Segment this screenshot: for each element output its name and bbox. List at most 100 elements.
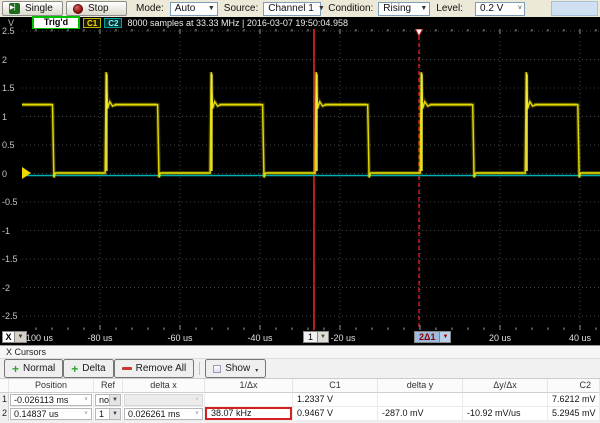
table-cell-position: 0.14837 us ˅: [9, 407, 94, 421]
table-cell-c1: 1.2337 V: [293, 393, 378, 407]
cursor1-label: 1: [303, 331, 318, 343]
condition-select[interactable]: Rising ▼: [378, 2, 430, 16]
chevron-down-icon: ˅: [192, 394, 202, 407]
y-axis-label: -1.5: [2, 255, 18, 264]
chevron-down-icon: ▾: [255, 367, 258, 374]
level-value: 0.2 V: [480, 3, 503, 14]
table-cell-position: -0.026113 ms ˅: [9, 393, 94, 407]
column-header-delta-x: delta x: [123, 379, 205, 393]
trigger-status-badge: Trig'd: [32, 16, 80, 30]
chevron-down-icon: ˅: [518, 5, 522, 12]
table-cell-ref: 1 ▼: [94, 407, 123, 421]
channel1-badge[interactable]: C1: [83, 18, 101, 28]
cursor2-selector[interactable]: 2Δ1 ▼: [414, 331, 451, 343]
y-axis-label: 0: [2, 170, 7, 179]
chevron-down-icon: ▼: [440, 331, 451, 343]
table-cell-c1: 0.9467 V: [293, 407, 378, 421]
column-header-inv-dx: 1/Δx: [205, 379, 293, 393]
mode-label: Mode:: [136, 3, 164, 14]
chevron-down-icon: ▼: [109, 395, 120, 405]
single-button-label: Single: [25, 3, 53, 14]
picoscope-window: ▶▏ Single Stop Mode: Auto ▼ Source: Chan…: [0, 0, 600, 423]
scope-plot[interactable]: 2.521.510.50-0.5-1-1.5-2-2.5: [0, 29, 600, 330]
x-axis-bar: X ▼ -100 us-80 us-60 us-40 us-20 us20 us…: [0, 330, 600, 345]
y-axis-label: 0.5: [2, 141, 15, 150]
source-value: Channel 1: [268, 3, 314, 14]
remove-all-button-label: Remove All: [136, 363, 187, 374]
ref-value: 1: [96, 409, 109, 419]
remove-all-button[interactable]: Remove All: [114, 359, 195, 378]
level-select[interactable]: 0.2 V ˅: [475, 2, 525, 16]
minus-icon: [122, 367, 132, 370]
delta-button-label: Delta: [82, 363, 105, 374]
y-axis-label: 1.5: [2, 84, 15, 93]
single-button[interactable]: ▶▏ Single: [2, 1, 63, 16]
x-cursors-panel: X Cursors + Normal + Delta Remove All Sh…: [0, 345, 600, 423]
chevron-down-icon: ▼: [318, 5, 325, 12]
plus-icon: +: [12, 364, 19, 374]
ref-select-row1[interactable]: none ▼: [95, 394, 121, 406]
chevron-down-icon: ▼: [318, 331, 329, 343]
cursors-table: Position Ref delta x 1/Δx C1 delta y Δy/…: [0, 379, 600, 421]
table-cell-inv-dx-highlighted: 38.07 kHz: [205, 407, 293, 421]
y-axis-label: -1: [2, 227, 10, 236]
plus-icon: +: [71, 364, 78, 374]
y-axis-label: -2: [2, 284, 10, 293]
level-label: Level:: [436, 3, 463, 14]
table-cell-c2: 7.6212 mV: [548, 393, 600, 407]
trigger-marker[interactable]: [22, 167, 31, 179]
chevron-down-icon: ˅: [81, 408, 91, 421]
cursor2-label: 2Δ1: [414, 331, 440, 343]
panel-title: X Cursors: [0, 346, 600, 359]
position-value: -0.026113 ms: [11, 395, 81, 405]
x-axis-label: 20 us: [489, 333, 511, 343]
condition-value: Rising: [383, 3, 411, 14]
table-cell-delta-y: -287.0 mV: [378, 407, 463, 421]
show-columns-button[interactable]: Show ▾: [205, 359, 266, 378]
y-axis-label: -0.5: [2, 198, 18, 207]
row-number: 2: [0, 407, 9, 421]
column-header-c1: C1: [293, 379, 378, 393]
x-axis-label: -60 us: [167, 333, 192, 343]
waveform-canvas[interactable]: [22, 29, 600, 330]
column-header-position: Position: [9, 379, 94, 393]
delta-x-value: 0.026261 ms: [125, 409, 192, 419]
add-normal-cursor-button[interactable]: + Normal: [4, 359, 63, 378]
show-columns-icon: [213, 365, 221, 373]
column-header-c2: C2: [548, 379, 600, 393]
condition-label: Condition:: [328, 3, 373, 14]
delta-x-select-row2[interactable]: 0.026261 ms ˅: [124, 408, 203, 420]
level-adjust-area[interactable]: [551, 1, 598, 16]
source-label: Source:: [224, 3, 258, 14]
mode-select[interactable]: Auto ▼: [170, 2, 218, 16]
chevron-down-icon: ˅: [81, 394, 91, 407]
toolbar-separator: [199, 362, 200, 375]
table-cell-dy-dx: [463, 393, 548, 407]
ref-select-row2[interactable]: 1 ▼: [95, 408, 121, 420]
position-select-row2[interactable]: 0.14837 us ˅: [10, 408, 92, 420]
show-button-label: Show: [225, 363, 250, 374]
source-select[interactable]: Channel 1 ▼: [263, 2, 321, 16]
position-select-row1[interactable]: -0.026113 ms ˅: [10, 394, 92, 406]
x-cursor-handle[interactable]: [415, 29, 422, 36]
chevron-down-icon: ▼: [109, 409, 120, 419]
y-axis-label: 1: [2, 113, 7, 122]
inv-dx-value: 38.07 kHz: [211, 408, 252, 418]
stop-button[interactable]: Stop: [66, 1, 127, 16]
column-header: [0, 379, 9, 393]
channel2-badge[interactable]: C2: [104, 18, 122, 28]
stop-icon: [73, 4, 83, 14]
delta-x-select-row1: ˅: [124, 394, 203, 406]
x-axis-label: -80 us: [87, 333, 112, 343]
add-delta-cursor-button[interactable]: + Delta: [63, 359, 113, 378]
sample-info: 8000 samples at 33.33 MHz | 2016-03-07 1…: [127, 18, 348, 28]
cursors-panel-toolbar: + Normal + Delta Remove All Show ▾: [0, 359, 600, 379]
table-cell-delta-x: ˅: [123, 393, 205, 407]
mode-value: Auto: [175, 3, 196, 14]
chevron-down-icon: ▼: [420, 5, 427, 12]
x-axis-label: 40 us: [569, 333, 591, 343]
y-axis-label: 2.5: [2, 27, 15, 36]
cursor1-selector[interactable]: 1 ▼: [303, 331, 329, 343]
chevron-down-icon: ▼: [208, 5, 215, 12]
y-axis-label: 2: [2, 56, 7, 65]
